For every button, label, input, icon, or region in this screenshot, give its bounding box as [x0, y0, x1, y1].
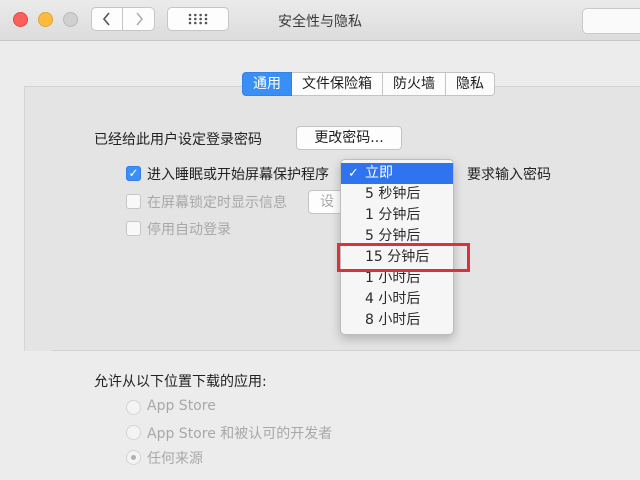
radio-app-store-label: App Store — [147, 398, 216, 414]
show-message-checkbox[interactable] — [126, 194, 141, 209]
require-password-checkbox[interactable]: ✓ — [126, 166, 141, 181]
section-divider — [52, 350, 640, 351]
change-password-button[interactable]: 更改密码... — [296, 126, 402, 150]
search-field[interactable] — [582, 8, 640, 34]
password-set-label: 已经给此用户设定登录密码 — [94, 132, 262, 148]
radio-identified-developers-label: App Store 和被认可的开发者 — [147, 426, 333, 442]
radio-anywhere-label: 任何来源 — [147, 451, 203, 467]
title-bar: 安全性与隐私 — [0, 0, 640, 41]
radio-app-store[interactable] — [126, 400, 141, 415]
allow-downloads-label: 允许从以下位置下载的应用: — [94, 374, 267, 390]
menu-item-label: 立即 — [365, 165, 393, 181]
disable-autologin-checkbox[interactable] — [126, 221, 141, 236]
sleep-prefix-label: 进入睡眠或开始屏幕保护程序 — [147, 167, 329, 183]
tab-privacy[interactable]: 隐私 — [446, 72, 495, 96]
radio-identified-developers[interactable] — [126, 425, 141, 440]
radio-anywhere[interactable] — [126, 450, 141, 465]
disable-autologin-label: 停用自动登录 — [147, 222, 231, 238]
checkmark-icon: ✓ — [128, 166, 139, 180]
menu-item-5-seconds[interactable]: 5 秒钟后 — [341, 184, 453, 205]
tab-general[interactable]: 通用 — [242, 72, 292, 96]
menu-item-4-hours[interactable]: 4 小时后 — [341, 289, 453, 310]
tab-bar: 通用 文件保险箱 防火墙 隐私 — [242, 72, 495, 96]
menu-item-immediately[interactable]: ✓ 立即 — [341, 163, 453, 184]
sleep-suffix-label: 要求输入密码 — [467, 167, 551, 183]
menu-item-1-minute[interactable]: 1 分钟后 — [341, 205, 453, 226]
menu-item-8-hours[interactable]: 8 小时后 — [341, 310, 453, 331]
window-title: 安全性与隐私 — [278, 14, 362, 30]
annotation-highlight-box — [337, 243, 470, 272]
tab-firewall[interactable]: 防火墙 — [383, 72, 446, 96]
show-message-label: 在屏幕锁定时显示信息 — [147, 195, 287, 211]
checkmark-icon: ✓ — [348, 166, 359, 181]
tab-filevault[interactable]: 文件保险箱 — [292, 72, 383, 96]
